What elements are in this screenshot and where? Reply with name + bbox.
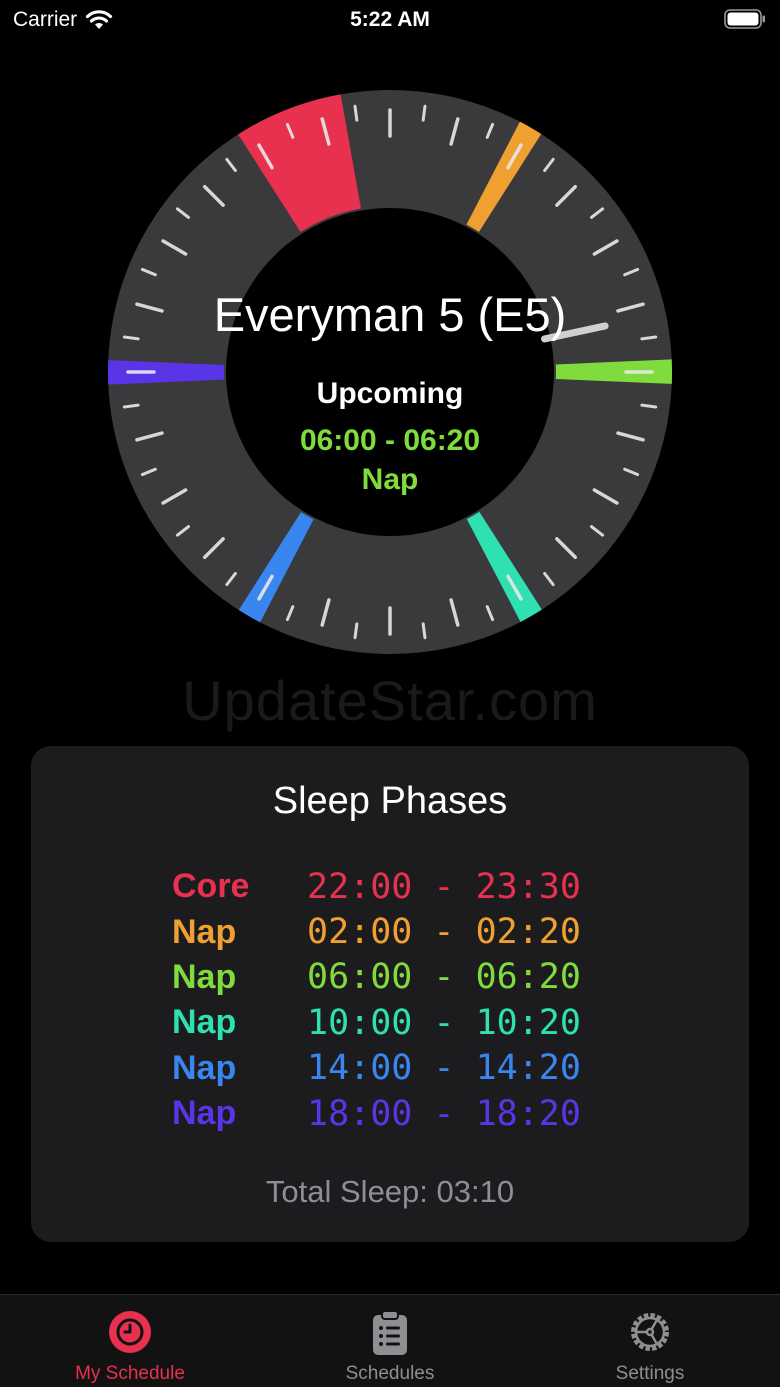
phase-row: Core 22:00 - 23:30 xyxy=(172,864,581,909)
phase-row: Nap 14:00 - 14:20 xyxy=(172,1046,581,1091)
phase-time: 10:00 - 10:20 xyxy=(307,1002,581,1043)
watermark: UpdateStar.com xyxy=(182,669,598,732)
tab-bar: My Schedule Schedules Settings xyxy=(0,1294,780,1387)
phase-name: Core xyxy=(172,867,250,906)
gear-icon xyxy=(631,1313,669,1351)
phase-time: 14:00 - 14:20 xyxy=(307,1048,581,1089)
phase-time: 02:00 - 02:20 xyxy=(307,912,581,953)
dial-tick-23 xyxy=(421,622,427,640)
dial-tick-1 xyxy=(421,104,427,122)
tab-settings[interactable]: Settings xyxy=(520,1295,780,1387)
phase-time: 18:00 - 18:20 xyxy=(307,1093,581,1134)
phase-row: Nap 18:00 - 18:20 xyxy=(172,1091,581,1136)
schedule-dial xyxy=(108,90,672,654)
upcoming-time: 06:00 - 06:20 xyxy=(299,424,481,457)
total-sleep: Total Sleep: 03:10 xyxy=(265,1174,515,1209)
phase-name: Nap xyxy=(172,1003,237,1042)
dial-tick-47 xyxy=(353,104,359,122)
tab-label: Schedules xyxy=(345,1363,435,1384)
tab-my-schedule[interactable]: My Schedule xyxy=(0,1295,260,1387)
phase-row: Nap 02:00 - 02:20 xyxy=(172,909,581,954)
upcoming-type: Nap xyxy=(361,463,419,496)
tab-label: My Schedule xyxy=(75,1363,185,1384)
phase-name: Nap xyxy=(172,1094,237,1133)
phase-row: Nap 10:00 - 10:20 xyxy=(172,1000,581,1045)
phase-row: Nap 06:00 - 06:20 xyxy=(172,955,581,1000)
phase-name: Nap xyxy=(172,957,237,996)
phase-time: 22:00 - 23:30 xyxy=(307,866,581,907)
schedule-title: Everyman 5 (E5) xyxy=(213,288,567,341)
phase-list: Core 22:00 - 23:30 Nap 02:00 - 02:20 Nap… xyxy=(172,864,581,1136)
tab-label: Settings xyxy=(615,1363,685,1384)
phase-time: 06:00 - 06:20 xyxy=(307,957,581,998)
phase-name: Nap xyxy=(172,1048,237,1087)
upcoming-label: Upcoming xyxy=(316,377,464,410)
clipboard-icon xyxy=(373,1310,407,1355)
dial-tick-25 xyxy=(353,622,359,640)
phase-name: Nap xyxy=(172,912,237,951)
clock-icon xyxy=(109,1311,151,1353)
sleep-phases-card: Sleep Phases Core 22:00 - 23:30 Nap 02:0… xyxy=(31,746,749,1242)
tab-schedules[interactable]: Schedules xyxy=(260,1295,520,1387)
sleep-phases-title: Sleep Phases xyxy=(272,780,508,822)
